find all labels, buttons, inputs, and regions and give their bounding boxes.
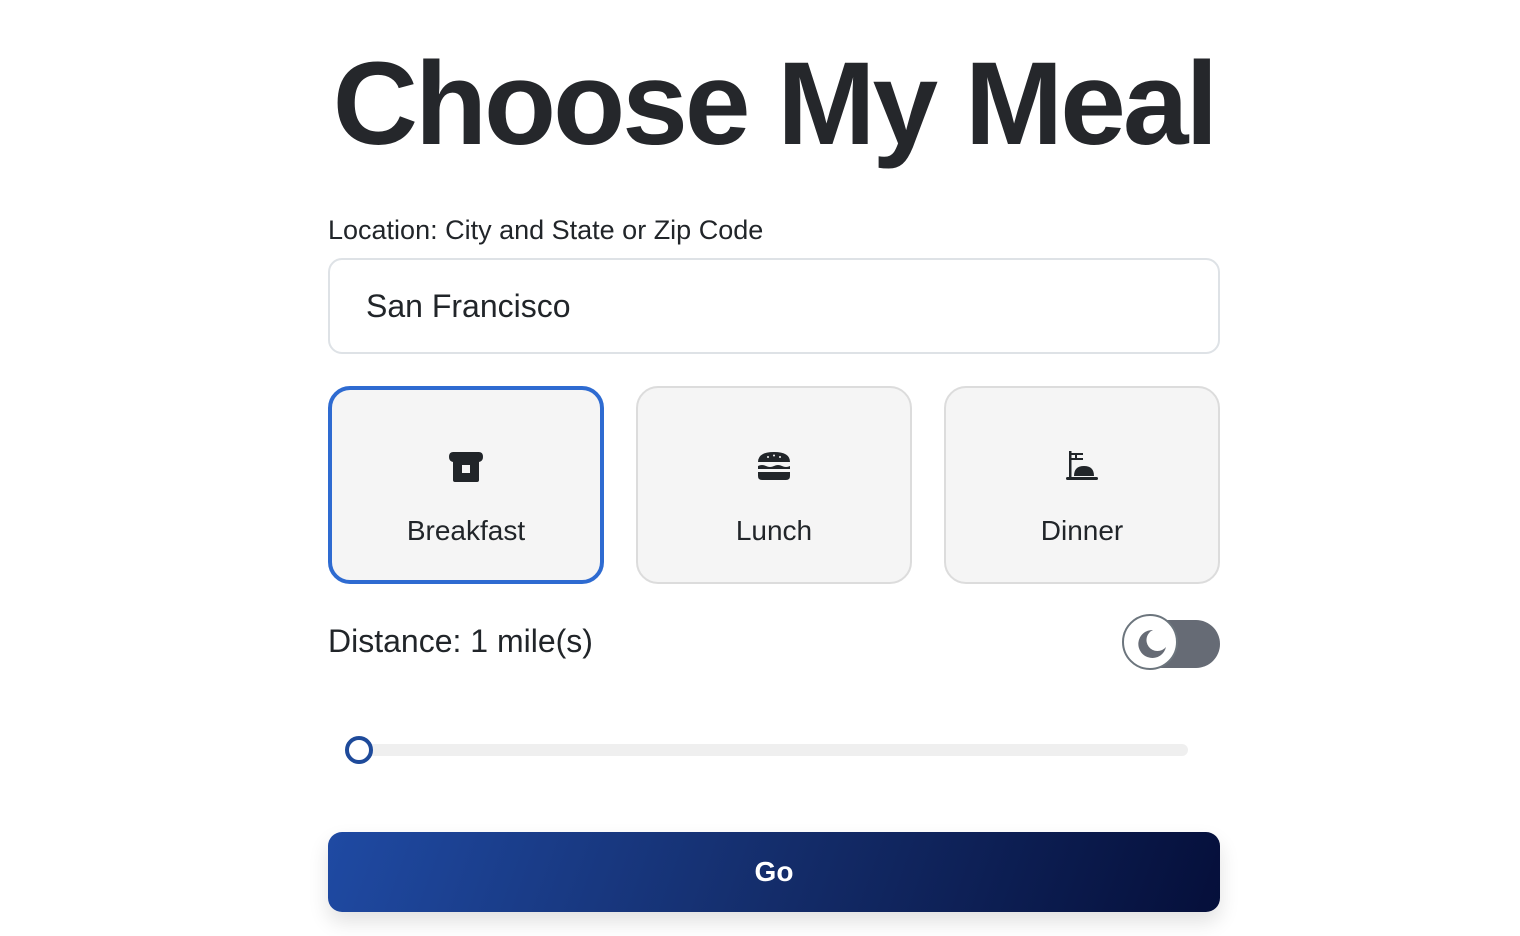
distance-slider-track[interactable] <box>346 744 1188 756</box>
theme-toggle[interactable] <box>1122 614 1220 674</box>
meal-option-lunch[interactable]: Lunch <box>636 386 912 584</box>
meal-option-dinner[interactable]: Dinner <box>944 386 1220 584</box>
location-label: Location: City and State or Zip Code <box>328 215 764 245</box>
go-button[interactable]: Go <box>328 832 1220 912</box>
bread-icon <box>448 448 484 484</box>
meal-option-breakfast[interactable]: Breakfast <box>328 386 604 584</box>
meal-option-label: Dinner <box>1040 515 1124 546</box>
location-input[interactable] <box>328 258 1220 354</box>
burger-icon <box>756 448 792 484</box>
meal-option-label: Breakfast <box>406 515 526 546</box>
meal-type-options: Breakfast Lunch Dinner <box>328 386 1220 584</box>
plate-icon <box>1064 448 1100 484</box>
distance-label: Distance: 1 mile(s) <box>328 623 593 659</box>
toggle-knob <box>1122 614 1178 670</box>
distance-slider-thumb[interactable] <box>345 736 373 764</box>
page-title: Choose My Meal <box>332 38 1219 170</box>
meal-option-label: Lunch <box>735 515 813 546</box>
